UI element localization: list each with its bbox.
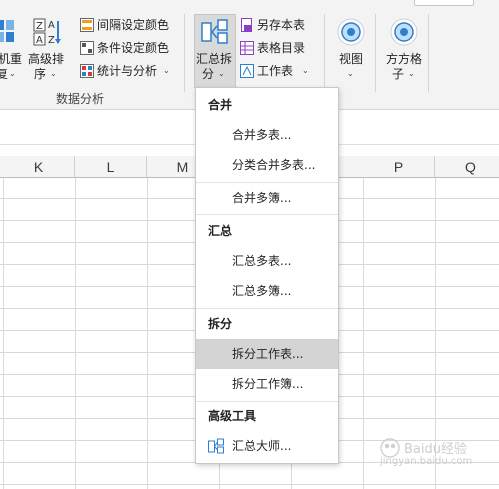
filter-duplicate-icon[interactable]	[0, 18, 18, 46]
group-label-data-analysis: 数据分析	[56, 92, 105, 106]
menu-item-summary-sheets[interactable]: 汇总多表...	[196, 246, 338, 276]
condition-color-label[interactable]: 条件设定颜色	[97, 41, 169, 55]
ribbon-group-divider	[375, 14, 376, 92]
table-index-label[interactable]: 表格目录	[257, 41, 305, 55]
advanced-sort-label[interactable]: 高级排	[28, 52, 64, 66]
watermark-url: jingyan.baidu.com	[380, 456, 473, 467]
ribbon-group-divider	[324, 14, 325, 92]
statistics-label[interactable]: 统计与分析	[97, 64, 157, 78]
chevron-down-icon[interactable]: ⌄	[50, 70, 57, 78]
chevron-down-icon[interactable]: ⌄	[9, 70, 16, 78]
svg-text:A: A	[36, 35, 43, 46]
ribbon-group-divider	[428, 14, 429, 92]
menu-item-category-merge-sheets[interactable]: 分类合并多表...	[196, 150, 338, 180]
menu-header-split: 拆分	[208, 317, 233, 331]
advanced-sort-label-2[interactable]: 序	[34, 67, 46, 81]
save-as-label[interactable]: 另存本表	[257, 18, 305, 32]
dedupe-button-label[interactable]: 机重	[0, 52, 22, 66]
menu-divider	[196, 401, 338, 402]
column-header-q[interactable]: Q	[435, 156, 499, 178]
table-index-icon[interactable]	[240, 41, 254, 55]
column-header-k[interactable]: K	[3, 156, 75, 178]
menu-divider	[196, 308, 338, 309]
svg-text:Z: Z	[36, 21, 43, 32]
save-copy-icon[interactable]	[240, 18, 254, 32]
menu-header-summary: 汇总	[208, 224, 233, 238]
watermark-title: Baidu经验	[404, 442, 467, 457]
baidu-jingyan-watermark: Baidu经验 jingyan.baidu.com	[378, 432, 494, 472]
chevron-down-icon: ⌄	[218, 69, 225, 78]
ribbon-group-divider	[184, 14, 185, 92]
menu-item-split-workbook[interactable]: 拆分工作簿...	[196, 369, 338, 399]
chevron-down-icon[interactable]: ⌄	[302, 67, 309, 75]
condition-color-icon[interactable]	[80, 41, 94, 55]
fangfang-label[interactable]: 方方格	[386, 52, 422, 66]
summary-split-dropdown: 合并 合并多表... 分类合并多表... 合并多簿... 汇总 汇总多表... …	[195, 87, 339, 464]
column-header-l[interactable]: L	[75, 156, 147, 178]
view-icon[interactable]	[336, 17, 366, 47]
summary-split-label: 汇总拆	[196, 52, 233, 66]
worksheet-icon[interactable]	[240, 64, 254, 78]
top-right-button-fragment[interactable]	[414, 0, 474, 6]
interval-color-label[interactable]: 间隔设定颜色	[97, 18, 169, 32]
chevron-down-icon[interactable]: ⌄	[408, 70, 415, 78]
menu-header-merge: 合并	[208, 98, 233, 112]
svg-text:Z: Z	[48, 35, 55, 46]
column-header-p[interactable]: P	[363, 156, 435, 178]
interval-color-icon[interactable]	[80, 18, 94, 32]
worksheet-label[interactable]: 工作表	[257, 64, 293, 78]
view-label[interactable]: 视图	[339, 52, 363, 66]
ribbon-top-strip	[0, 0, 499, 8]
menu-header-advanced-tools: 高级工具	[208, 409, 257, 423]
dedupe-button-label-2[interactable]: 复	[0, 67, 8, 81]
statistics-icon[interactable]	[80, 64, 94, 78]
menu-item-merge-workbooks[interactable]: 合并多簿...	[196, 183, 338, 213]
sort-az-icon[interactable]: Z A A Z	[31, 17, 61, 47]
menu-item-split-worksheet[interactable]: 拆分工作表...	[196, 339, 338, 369]
summary-split-label-2: 分	[202, 67, 215, 81]
summary-split-icon	[201, 19, 229, 45]
menu-item-summary-master[interactable]: 汇总大师...	[196, 431, 338, 461]
fangfang-icon[interactable]	[389, 17, 419, 47]
fangfang-label-2[interactable]: 子	[392, 67, 404, 81]
chevron-down-icon[interactable]: ⌄	[347, 70, 354, 78]
menu-divider	[196, 214, 338, 215]
chevron-down-icon[interactable]: ⌄	[163, 67, 170, 75]
svg-text:A: A	[48, 20, 55, 31]
menu-item-summary-workbooks[interactable]: 汇总多簿...	[196, 276, 338, 306]
menu-item-merge-sheets[interactable]: 合并多表...	[196, 120, 338, 150]
